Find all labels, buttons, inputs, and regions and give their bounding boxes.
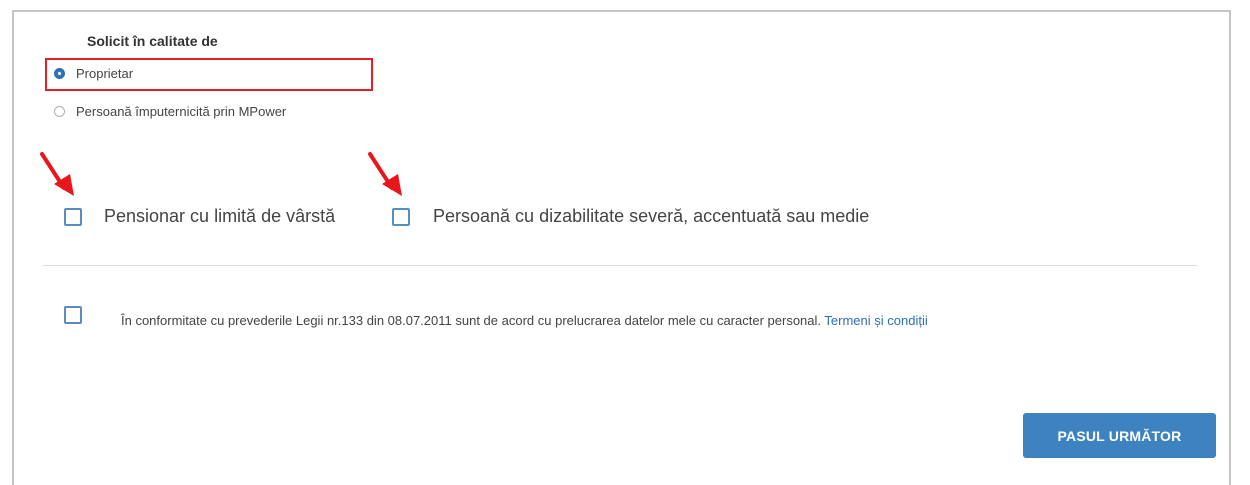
consent-checkbox[interactable] <box>64 306 82 324</box>
red-arrow-icon <box>40 152 74 196</box>
category-label: Pensionar cu limită de vârstă <box>104 206 336 226</box>
terms-link[interactable]: Termeni și condiții <box>824 313 927 328</box>
radio-selected-icon[interactable] <box>54 68 65 79</box>
checkbox-icon[interactable] <box>64 207 82 226</box>
consent-statement: În conformitate cu prevederile Legii nr.… <box>121 313 822 328</box>
role-section-label: Solicit în calitate de <box>87 33 218 49</box>
consent-text: În conformitate cu prevederile Legii nr.… <box>121 310 1201 332</box>
red-arrow-icon <box>368 152 402 196</box>
role-option-label: Persoană împuternicită prin MPower <box>76 104 287 119</box>
category-pensioner[interactable]: Pensionar cu limită de vârstă <box>64 206 335 227</box>
role-option-label: Proprietar <box>76 66 134 81</box>
category-disability[interactable]: Persoană cu dizabilitate severă, accentu… <box>392 206 869 227</box>
checkbox-icon[interactable] <box>392 207 410 226</box>
role-option-mpower[interactable]: Persoană împuternicită prin MPower <box>54 104 286 119</box>
category-label: Persoană cu dizabilitate severă, accentu… <box>433 206 870 226</box>
section-divider <box>43 265 1197 266</box>
next-step-button[interactable]: PASUL URMĂTOR <box>1023 413 1216 458</box>
role-option-proprietar[interactable]: Proprietar <box>54 66 133 81</box>
radio-unselected-icon[interactable] <box>54 106 65 117</box>
